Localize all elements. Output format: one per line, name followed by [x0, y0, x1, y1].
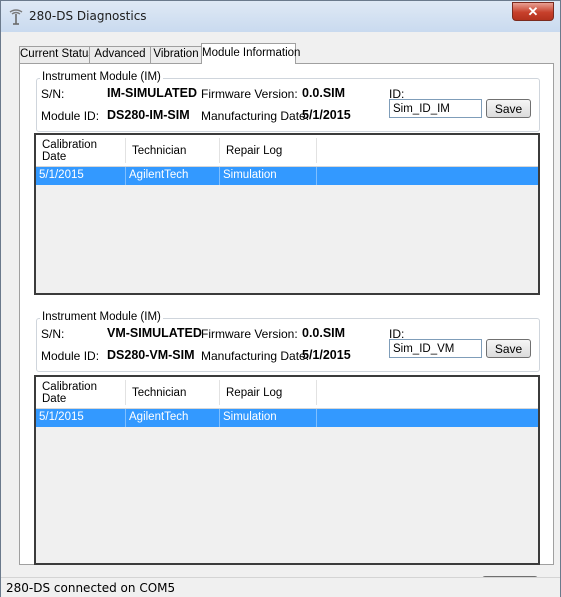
- column-header-repair-log[interactable]: Repair Log: [226, 387, 282, 399]
- column-separator: [219, 138, 220, 163]
- manufacturing-date-value: 5/1/2015: [302, 108, 351, 122]
- module-id-label: Module ID:: [41, 349, 100, 363]
- column-header-technician[interactable]: Technician: [132, 387, 186, 399]
- row-separator: [219, 167, 220, 185]
- row-separator: [316, 409, 317, 427]
- group-title: Instrument Module (IM): [40, 71, 163, 83]
- column-separator: [219, 380, 220, 405]
- row-separator: [125, 409, 126, 427]
- tab-module-information[interactable]: Module Information: [201, 43, 300, 64]
- tab-current-status[interactable]: Current Status: [19, 46, 94, 63]
- cell-technician: AgilentTech: [129, 411, 189, 423]
- table-row[interactable]: 5/1/2015 AgilentTech Simulation: [36, 167, 538, 185]
- sn-value: IM-SIMULATED: [107, 86, 198, 100]
- table-header: Calibration Date Technician Repair Log: [36, 377, 538, 409]
- module-information-panel: Instrument Module (IM) S/N: IM-SIMULATED…: [19, 63, 554, 594]
- column-separator: [125, 380, 126, 405]
- column-header-calibration-date[interactable]: Calibration Date: [42, 381, 97, 405]
- title-bar[interactable]: 280-DS Diagnostics ✕: [1, 1, 560, 33]
- column-header-technician[interactable]: Technician: [132, 145, 186, 157]
- antenna-app-icon: [9, 9, 23, 25]
- tab-advanced[interactable]: Advanced: [89, 46, 151, 63]
- row-separator: [125, 167, 126, 185]
- row-separator: [316, 167, 317, 185]
- close-button[interactable]: ✕: [512, 2, 554, 21]
- cell-calibration-date: 5/1/2015: [39, 169, 84, 181]
- firmware-label: Firmware Version:: [201, 87, 298, 101]
- sn-label: S/N:: [41, 327, 65, 341]
- column-header-repair-log[interactable]: Repair Log: [226, 145, 282, 157]
- table-row[interactable]: 5/1/2015 AgilentTech Simulation: [36, 409, 538, 427]
- status-bar: 280-DS connected on COM5: [1, 577, 560, 597]
- firmware-value: 0.0.SIM: [302, 326, 346, 340]
- cell-technician: AgilentTech: [129, 169, 189, 181]
- group-title: Instrument Module (IM): [40, 311, 163, 323]
- id-input[interactable]: [389, 99, 482, 118]
- manufacturing-date-value: 5/1/2015: [302, 348, 351, 362]
- calibration-table-vm[interactable]: Calibration Date Technician Repair Log 5…: [34, 375, 540, 565]
- manufacturing-date-label: Manufacturing Date:: [201, 109, 310, 123]
- sn-value: VM-SIMULATED: [107, 326, 202, 340]
- column-header-calibration-date[interactable]: Calibration Date: [42, 139, 97, 163]
- tab-vibration[interactable]: Vibration: [150, 46, 202, 63]
- module-id-value: DS280-VM-SIM: [107, 348, 195, 362]
- save-button[interactable]: Save: [486, 339, 531, 358]
- module-info-group-vm: Instrument Module (IM) S/N: VM-SIMULATED…: [36, 311, 540, 372]
- cell-repair-log: Simulation: [223, 411, 277, 423]
- client-area: Current Status Advanced Vibration Module…: [1, 32, 560, 597]
- sn-label: S/N:: [41, 87, 65, 101]
- calibration-table-im[interactable]: Calibration Date Technician Repair Log 5…: [34, 133, 540, 295]
- table-header: Calibration Date Technician Repair Log: [36, 135, 538, 167]
- column-separator: [316, 138, 317, 163]
- close-icon: ✕: [527, 4, 539, 19]
- column-separator: [125, 138, 126, 163]
- connection-status-text: 280-DS connected on COM5: [6, 581, 176, 595]
- window-title: 280-DS Diagnostics: [29, 9, 147, 23]
- id-input[interactable]: [389, 339, 482, 358]
- module-id-label: Module ID:: [41, 109, 100, 123]
- diagnostics-window: 280-DS Diagnostics ✕ Current Status Adva…: [0, 0, 561, 597]
- module-info-group-im: Instrument Module (IM) S/N: IM-SIMULATED…: [36, 71, 540, 132]
- firmware-value: 0.0.SIM: [302, 86, 346, 100]
- row-separator: [219, 409, 220, 427]
- save-button[interactable]: Save: [486, 99, 531, 118]
- manufacturing-date-label: Manufacturing Date:: [201, 349, 310, 363]
- module-id-value: DS280-IM-SIM: [107, 108, 190, 122]
- column-separator: [316, 380, 317, 405]
- cell-repair-log: Simulation: [223, 169, 277, 181]
- firmware-label: Firmware Version:: [201, 327, 298, 341]
- cell-calibration-date: 5/1/2015: [39, 411, 84, 423]
